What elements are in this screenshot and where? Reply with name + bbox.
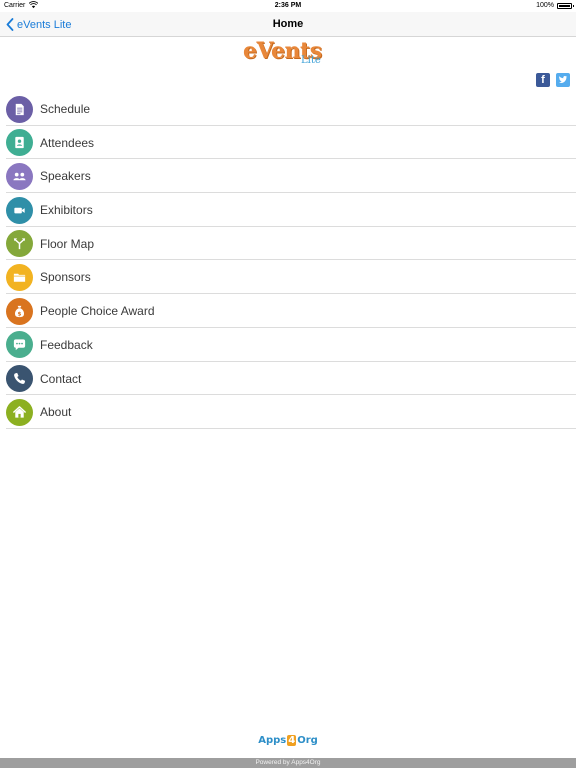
menu-item-speakers[interactable]: Speakers bbox=[0, 159, 576, 193]
money-bag-icon: $ bbox=[6, 297, 33, 325]
navigation-bar: eVents Lite Home bbox=[0, 12, 576, 37]
contact-card-icon bbox=[6, 129, 33, 157]
home-icon bbox=[6, 398, 33, 426]
menu-item-label: Exhibitors bbox=[40, 203, 93, 218]
phone-icon bbox=[6, 365, 33, 392]
menu-item-feedback[interactable]: Feedback bbox=[0, 328, 576, 362]
app-logo: eVents Lite bbox=[240, 38, 336, 68]
video-camera-icon bbox=[6, 196, 33, 224]
menu-item-label: Speakers bbox=[40, 169, 91, 184]
menu-item-floor-map[interactable]: Floor Map bbox=[0, 227, 576, 261]
menu-item-label: Attendees bbox=[40, 135, 95, 150]
status-bar: Carrier 2:36 PM 100% bbox=[0, 0, 576, 12]
menu-item-contact[interactable]: Contact bbox=[0, 362, 576, 396]
menu-item-label: Sponsors bbox=[40, 270, 91, 285]
battery-percent: 100% bbox=[536, 2, 554, 9]
people-icon bbox=[6, 162, 33, 190]
main-menu: Schedule Attendees Speakers Exhibitors F bbox=[0, 92, 576, 429]
svg-text:$: $ bbox=[18, 311, 22, 317]
logo-four: 4 bbox=[287, 735, 297, 746]
menu-item-label: People Choice Award bbox=[40, 304, 155, 319]
menu-item-people-choice-award[interactable]: $ People Choice Award bbox=[0, 294, 576, 328]
logo-sub-text: Lite bbox=[301, 55, 321, 66]
menu-item-label: Feedback bbox=[40, 337, 93, 352]
menu-item-attendees[interactable]: Attendees bbox=[0, 126, 576, 160]
directions-icon bbox=[6, 230, 33, 258]
document-icon bbox=[6, 95, 33, 123]
twitter-icon[interactable] bbox=[556, 73, 570, 87]
status-time: 2:36 PM bbox=[274, 2, 302, 9]
menu-item-about[interactable]: About bbox=[0, 395, 576, 429]
menu-item-label: Floor Map bbox=[40, 236, 95, 251]
menu-item-schedule[interactable]: Schedule bbox=[0, 92, 576, 126]
menu-item-exhibitors[interactable]: Exhibitors bbox=[0, 193, 576, 227]
logo-prefix: Apps bbox=[258, 735, 287, 746]
battery-icon bbox=[557, 3, 574, 9]
twitter-bird-icon bbox=[559, 75, 568, 83]
menu-item-label: Schedule bbox=[40, 102, 91, 116]
folder-icon bbox=[6, 263, 33, 291]
powered-by-bar: Powered by Apps4Org bbox=[0, 758, 576, 768]
page-title: Home bbox=[272, 18, 304, 30]
facebook-icon[interactable]: f bbox=[536, 73, 550, 87]
chat-bubble-icon bbox=[6, 331, 33, 359]
powered-by-label: Powered by Apps4Org bbox=[255, 759, 321, 766]
social-links: f bbox=[536, 73, 570, 87]
apps4org-logo: Apps 4 Org bbox=[0, 735, 576, 746]
menu-item-sponsors[interactable]: Sponsors bbox=[0, 260, 576, 294]
menu-item-label: About bbox=[40, 405, 72, 420]
app-root: Carrier 2:36 PM 100% eVents Lite Home eV… bbox=[0, 0, 576, 768]
logo-suffix: Org bbox=[297, 735, 318, 746]
menu-item-label: Contact bbox=[40, 371, 82, 386]
